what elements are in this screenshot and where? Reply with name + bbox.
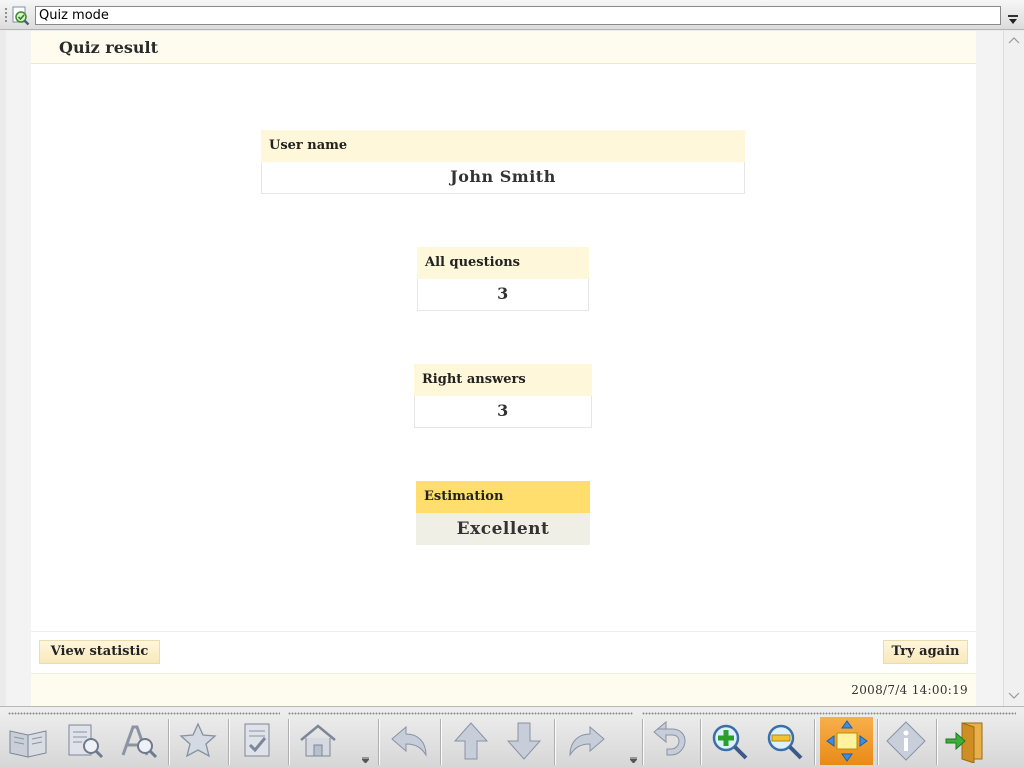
all-questions-card: All questions 3 xyxy=(417,247,589,311)
page-title: Quiz result xyxy=(59,38,159,57)
toolbar-separator xyxy=(288,719,290,765)
page-header: Quiz result xyxy=(31,31,976,64)
bottom-toolbar xyxy=(0,706,1024,768)
quiz-mode-icon xyxy=(12,6,30,26)
scroll-down-icon[interactable] xyxy=(1008,691,1020,701)
info-icon[interactable] xyxy=(882,717,930,765)
status-bar: 2008/7/4 14:00:19 xyxy=(31,673,976,706)
toolbar-separator xyxy=(936,719,938,765)
fit-page-icon[interactable] xyxy=(820,717,873,765)
all-questions-value: 3 xyxy=(417,279,589,311)
more-options-icon[interactable] xyxy=(630,757,637,763)
toolbar-separator xyxy=(554,719,556,765)
grip-handle[interactable] xyxy=(4,7,8,23)
right-answers-label: Right answers xyxy=(414,364,592,396)
user-name-value: John Smith xyxy=(261,162,745,194)
star-icon[interactable] xyxy=(174,717,222,765)
toolbar-grip-left xyxy=(8,712,280,715)
arrow-up-icon[interactable] xyxy=(447,717,495,765)
arrow-down-icon[interactable] xyxy=(500,717,548,765)
document-search-icon[interactable] xyxy=(60,717,108,765)
undo-arrow-icon[interactable] xyxy=(386,717,434,765)
view-statistic-button[interactable]: View statistic xyxy=(39,640,160,664)
try-again-button[interactable]: Try again xyxy=(883,640,968,664)
toolbar-separator xyxy=(642,719,644,765)
estimation-card: Estimation Excellent xyxy=(416,481,590,545)
scroll-up-icon[interactable] xyxy=(1008,35,1020,45)
timestamp: 2008/7/4 14:00:19 xyxy=(851,683,968,697)
toolbar-grip-middle xyxy=(288,712,633,715)
toolbar-separator xyxy=(378,719,380,765)
toolbar-separator xyxy=(168,719,170,765)
toolbar-separator xyxy=(228,719,230,765)
toolbar-separator xyxy=(814,719,816,765)
zoom-in-icon[interactable] xyxy=(705,717,753,765)
address-bar: Quiz mode xyxy=(0,0,1024,30)
rotate-back-icon[interactable] xyxy=(646,717,694,765)
chevron-down-icon[interactable] xyxy=(1007,14,1019,26)
book-icon[interactable] xyxy=(4,717,52,765)
quiz-result-panel: Quiz result User name John Smith All que… xyxy=(31,31,976,706)
estimation-value: Excellent xyxy=(416,513,590,545)
mode-title-field[interactable]: Quiz mode xyxy=(35,6,1001,25)
right-answers-card: Right answers 3 xyxy=(414,364,592,428)
vertical-scrollbar[interactable] xyxy=(1003,31,1024,706)
user-name-card: User name John Smith xyxy=(261,130,745,194)
divider xyxy=(31,631,976,632)
right-answers-value: 3 xyxy=(414,396,592,428)
estimation-label: Estimation xyxy=(416,481,590,513)
home-icon[interactable] xyxy=(294,717,342,765)
toolbar-separator xyxy=(700,719,702,765)
page: Quiz result User name John Smith All que… xyxy=(6,31,1003,706)
text-search-icon[interactable] xyxy=(115,717,163,765)
zoom-out-icon[interactable] xyxy=(760,717,808,765)
user-name-label: User name xyxy=(261,130,745,162)
toolbar-separator xyxy=(440,719,442,765)
toolbar-separator xyxy=(877,719,879,765)
quiz-check-icon[interactable] xyxy=(234,717,282,765)
toolbar-grip-right xyxy=(642,712,1016,715)
redo-arrow-icon[interactable] xyxy=(562,717,610,765)
all-questions-label: All questions xyxy=(417,247,589,279)
more-options-icon[interactable] xyxy=(362,757,369,763)
exit-door-icon[interactable] xyxy=(942,717,990,765)
